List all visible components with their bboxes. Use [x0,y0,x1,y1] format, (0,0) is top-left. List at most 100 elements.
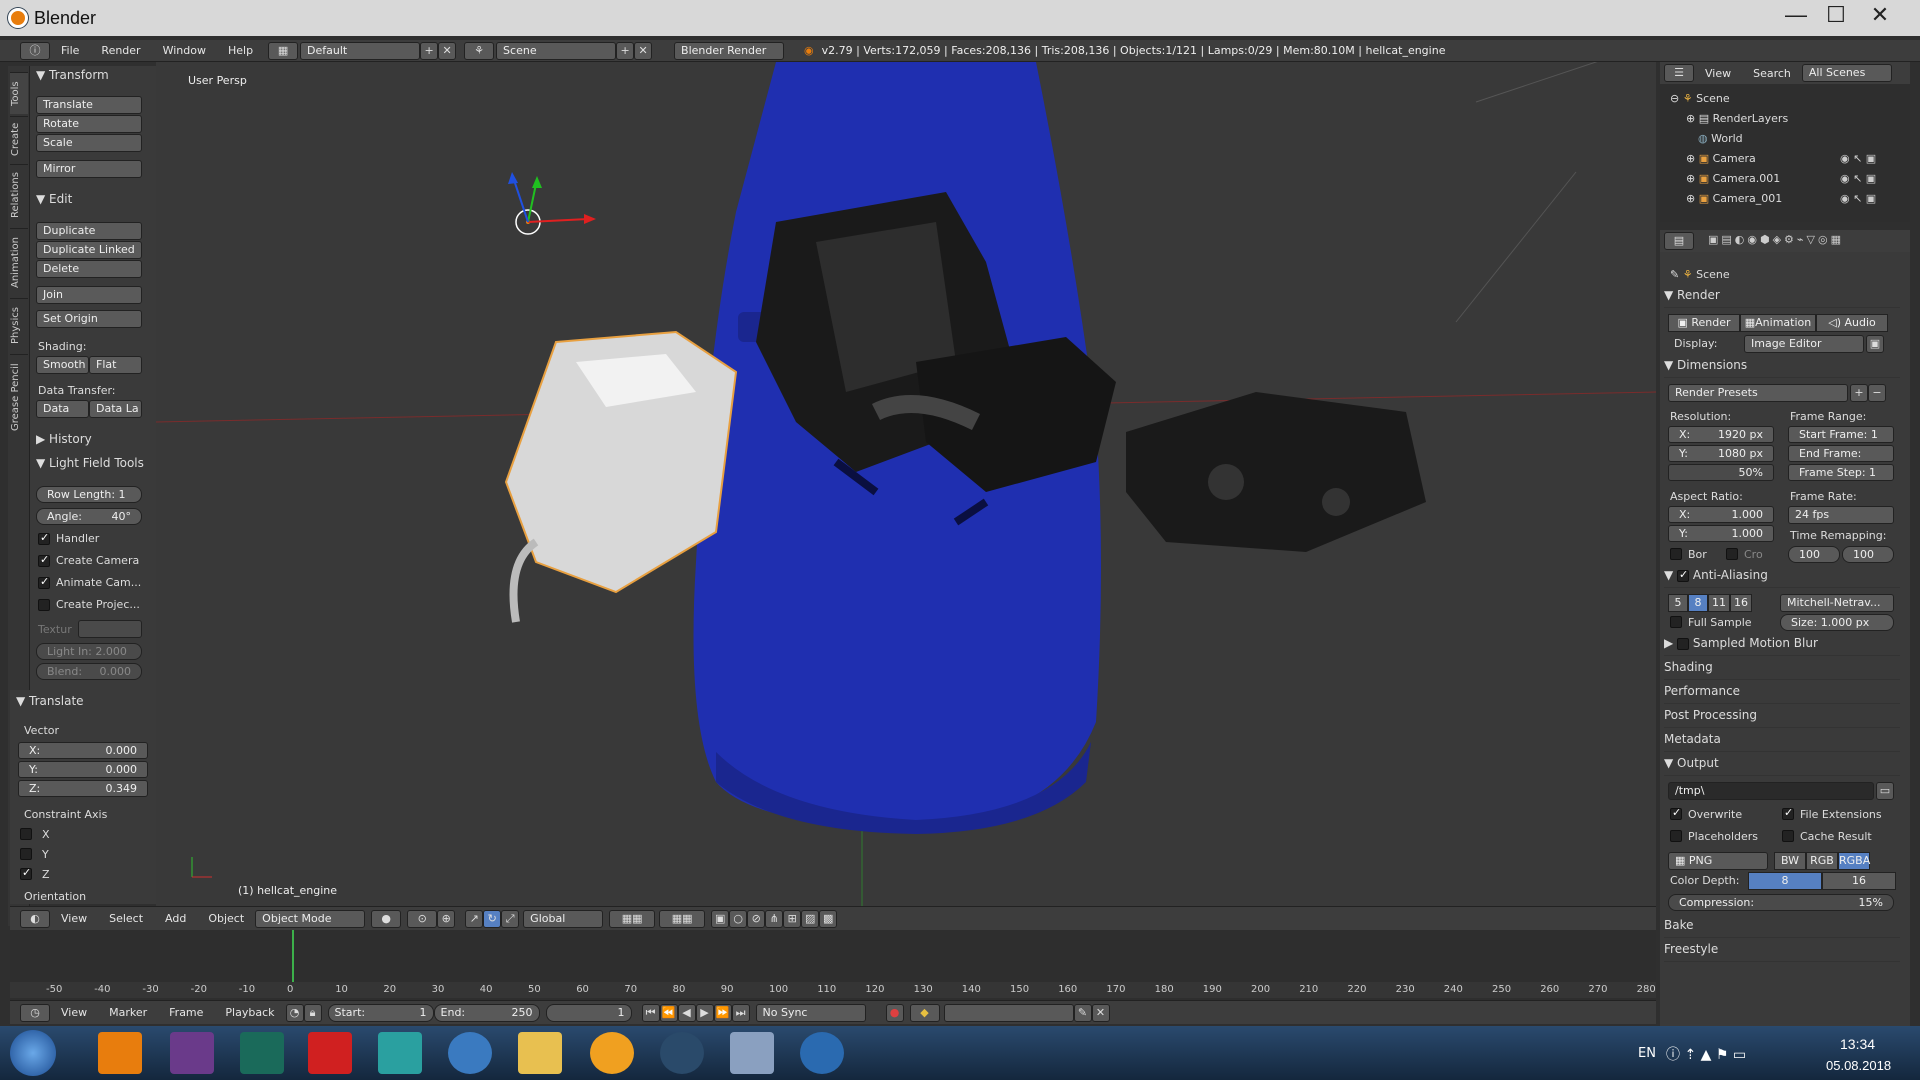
menu-help[interactable]: Help [217,44,264,57]
file-format-select[interactable]: ▦ PNG [1668,852,1768,870]
jump-start-icon[interactable]: ⏮ [641,1003,660,1022]
tab-create[interactable]: Create [10,116,28,162]
flat-button[interactable]: Flat [89,356,142,374]
create-camera-checkbox[interactable] [38,553,50,567]
outliner-item-scene[interactable]: ⊖ ⚘ Scene [1670,92,1730,105]
delete-button[interactable]: Delete [36,260,142,278]
delete-keyframe-icon[interactable]: ✕ [1091,1003,1110,1022]
jump-end-icon[interactable]: ⏭ [731,1003,750,1022]
performance-panel-header[interactable]: Performance [1664,684,1900,704]
smooth-button[interactable]: Smooth [36,356,89,374]
cache-result-checkbox[interactable] [1782,830,1794,842]
data-layout-button[interactable]: Data La [89,400,142,418]
display-select[interactable]: Image Editor [1744,335,1864,353]
rotate-manipulator-icon[interactable]: ↻ [483,909,502,928]
orientation-select[interactable]: Global [523,909,604,928]
tray-icons[interactable]: ⓘ ⇡ ▲ ⚑ ▭ [1666,1044,1746,1064]
layout-select[interactable]: Default [300,41,421,60]
shading-panel-header[interactable]: Shading [1664,660,1900,680]
duplicate-button[interactable]: Duplicate [36,222,142,240]
visibility-eye-icon[interactable]: ◉ ↖ ▣ [1840,192,1876,205]
insert-keyframe-icon[interactable]: ✎ [1073,1003,1092,1022]
menu-window[interactable]: Window [152,44,217,57]
render-button[interactable]: ▣ Render [1668,314,1740,332]
lock-icon[interactable]: 🔒︎ [303,1003,322,1022]
blend-field[interactable]: Blend: 0.000 [36,663,142,680]
mode-select[interactable]: Object Mode [255,909,366,928]
layer-lock-icon[interactable]: ▣ [711,909,730,928]
outliner-item-world[interactable]: ◍ World [1698,132,1743,145]
remap-old-field[interactable]: 100 [1788,546,1840,563]
tab-animation[interactable]: Animation [10,228,28,296]
aspect-y-field[interactable]: Y: 1.000 [1668,525,1774,542]
handler-checkbox[interactable] [38,531,50,545]
start-frame-field[interactable]: Start: 1 [327,1003,434,1022]
snap-element-icon[interactable]: ⋔ [765,909,784,928]
info-editor-type-icon[interactable]: ⓘ [20,41,50,60]
audio-button[interactable]: ◁) Audio [1816,314,1888,332]
remove-scene-icon[interactable]: ✕ [634,41,653,60]
scene-icon[interactable]: ⚘ [464,41,495,60]
edit-panel-header[interactable]: ▼ Edit [36,192,72,206]
post-processing-panel-header[interactable]: Post Processing [1664,708,1900,728]
sync-select[interactable]: No Sync [755,1003,866,1022]
tab-relations[interactable]: Relations [10,164,28,226]
current-frame-field[interactable]: 1 [545,1003,632,1022]
vector-z-field[interactable]: Z: 0.349 [18,780,148,797]
start-frame-prop[interactable]: Start Frame: 1 [1788,426,1894,443]
add-preset-icon[interactable]: + [1850,384,1868,402]
outliner-item-camera-001[interactable]: ⊕ ▣ Camera.001 [1686,172,1780,185]
manipulator-icon[interactable]: ⊕ [437,909,456,928]
render-presets-select[interactable]: Render Presets [1668,384,1848,402]
play-reverse-icon[interactable]: ◀ [677,1003,696,1022]
jump-keyframe-back-icon[interactable]: ⏪ [659,1003,678,1022]
snap-target-icon[interactable]: ⊞ [783,909,802,928]
filter-size-field[interactable]: Size: 1.000 px [1780,614,1894,631]
menu-object[interactable]: Object [197,912,255,925]
row-length-field[interactable]: Row Length: 1 [36,486,142,503]
dimensions-panel-header[interactable]: ▼ Dimensions [1664,358,1900,378]
record-icon[interactable]: ● [885,1003,904,1022]
visibility-eye-icon[interactable]: ◉ ↖ ▣ [1840,152,1876,165]
properties-editor-icon[interactable]: ▤ [1664,232,1694,250]
menu-frame[interactable]: Frame [158,1006,214,1019]
light-intensity-field[interactable]: Light In: 2.000 [36,643,142,660]
motion-blur-panel-header[interactable]: ▶ Sampled Motion Blur [1664,636,1900,656]
menu-marker[interactable]: Marker [98,1006,158,1019]
aa-filter-select[interactable]: Mitchell-Netrav... [1780,594,1894,612]
aa-sample-8[interactable]: 8 [1688,594,1708,612]
constraint-y-checkbox[interactable] [20,848,32,860]
outliner-search[interactable]: Search [1742,67,1802,80]
tab-physics[interactable]: Physics [10,298,28,352]
browser-taskbar-icon[interactable] [448,1032,492,1074]
metadata-panel-header[interactable]: Metadata [1664,732,1900,752]
placeholders-checkbox[interactable] [1670,830,1682,842]
aa-sample-11[interactable]: 11 [1708,594,1730,612]
data-button[interactable]: Data [36,400,89,418]
device-taskbar-icon[interactable] [730,1032,774,1074]
menu-add[interactable]: Add [154,912,197,925]
border-checkbox[interactable] [1670,548,1682,560]
remap-new-field[interactable]: 100 [1842,546,1894,563]
keying-set-field[interactable] [943,1003,1074,1022]
duplicate-linked-button[interactable]: Duplicate Linked [36,241,142,259]
rotate-button[interactable]: Rotate [36,115,142,133]
preview-range-icon[interactable]: ◔ [285,1003,304,1022]
freestyle-panel-header[interactable]: Freestyle [1664,942,1900,962]
menu-file[interactable]: File [50,44,90,57]
file-extensions-checkbox[interactable] [1782,806,1794,820]
minimize-icon[interactable]: — [1774,2,1818,28]
close-icon[interactable]: ✕ [1858,2,1902,28]
w-taskbar-icon[interactable] [660,1032,704,1074]
scale-manipulator-icon[interactable]: ⤢ [501,909,520,928]
pivot-icon[interactable]: ⊙ [407,909,438,928]
layout-icon[interactable]: ▦ [268,41,299,60]
transform-panel-header[interactable]: ▼ Transform [36,68,109,82]
layers-icon[interactable]: ▦▦ [609,909,656,928]
remove-layout-icon[interactable]: ✕ [438,41,457,60]
res-x-field[interactable]: X: 1920 px [1668,426,1774,443]
explorer-taskbar-icon[interactable] [518,1032,562,1074]
color-bw[interactable]: BW [1774,852,1806,870]
properties-context-icons[interactable]: ▣▤◐◉⬢◈⚙⌁▽◎▦ [1708,233,1844,246]
network-taskbar-icon[interactable] [800,1032,844,1074]
